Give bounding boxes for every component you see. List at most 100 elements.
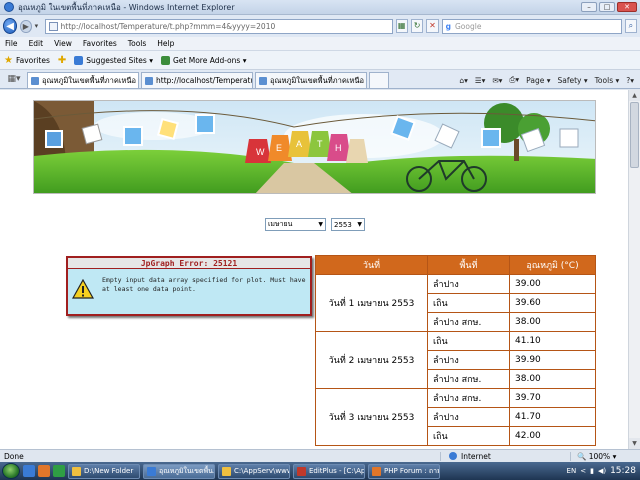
system-tray: EN < ▮ ◀) 15:28 — [567, 466, 640, 476]
safety-menu[interactable]: Safety ▾ — [557, 76, 587, 85]
temperature-cell: 38.00 — [509, 369, 596, 389]
taskbar-button-firefox[interactable]: PHP Forum : ถาม-... — [368, 463, 440, 479]
globe-icon — [449, 452, 457, 460]
command-bar: ⌂▾ ☰▾ ✉▾ ⎙▾ Page ▾ Safety ▾ Tools ▾ ?▾ — [459, 75, 640, 85]
show-hidden-icons[interactable]: < — [580, 467, 586, 475]
language-indicator[interactable]: EN — [567, 467, 577, 475]
compatibility-view-button[interactable]: ▦ — [395, 19, 408, 33]
new-tab-button[interactable] — [369, 72, 389, 88]
warning-icon — [72, 279, 94, 299]
zoom-control[interactable]: 🔍 100% ▾ — [570, 451, 640, 461]
security-zone: Internet — [440, 451, 570, 461]
minimize-button[interactable]: – — [581, 2, 597, 12]
help-menu[interactable]: ?▾ — [626, 76, 634, 85]
taskbar-button-explorer[interactable]: D:\New Folder — [68, 463, 140, 479]
stop-button[interactable]: ✕ — [426, 19, 439, 33]
scroll-thumb[interactable] — [630, 102, 639, 168]
temperature-cell: 38.00 — [509, 312, 596, 332]
chevron-down-icon: ▼ — [357, 221, 362, 228]
search-input[interactable]: g Google — [441, 18, 622, 34]
month-select[interactable]: เมษายน ▼ — [265, 218, 326, 231]
address-url: http://localhost/Temperature/t.php?mmm=4… — [60, 21, 276, 31]
maximize-button[interactable]: □ — [599, 2, 615, 12]
menu-favorites[interactable]: Favorites — [83, 39, 117, 48]
address-input[interactable]: http://localhost/Temperature/t.php?mmm=4… — [44, 18, 393, 34]
mail-icon[interactable]: ✉▾ — [492, 76, 502, 85]
temperature-cell: 39.00 — [509, 274, 596, 294]
temperature-cell: 41.10 — [509, 331, 596, 351]
table-row: วันที่ 1 เมษายน 2553 ลำปาง 39.00 — [315, 274, 596, 332]
vertical-scrollbar[interactable]: ▲ ▼ — [628, 90, 640, 449]
address-toolbar: ◀ ▶ ▾ http://localhost/Temperature/t.php… — [0, 15, 640, 37]
taskbar-button-editplus[interactable]: EditPlus - [C:\App... — [293, 463, 365, 479]
tab-label: อุณหภูมิในเขตพื้นที่ภาคเหนือ — [42, 75, 136, 85]
menu-edit[interactable]: Edit — [29, 39, 44, 48]
taskbar-button-appserv[interactable]: C:\AppServ\www... — [218, 463, 290, 479]
page-content: W E A T H เมษายน ▼ 2553 ▼ JpGraph Error:… — [0, 90, 628, 449]
taskbar-label: EditPlus - [C:\App... — [309, 467, 365, 475]
clock[interactable]: 15:28 — [610, 466, 636, 476]
favorites-bar: ★ Favorites ✚ Suggested Sites ▾ Get More… — [0, 51, 640, 70]
home-icon[interactable]: ⌂▾ — [459, 76, 468, 85]
favorites-button[interactable]: ★ Favorites — [4, 55, 50, 66]
date-cell: วันที่ 2 เมษายน 2553 — [315, 331, 428, 389]
menu-view[interactable]: View — [54, 39, 72, 48]
volume-icon[interactable]: ◀) — [598, 467, 606, 475]
scroll-up-icon[interactable]: ▲ — [629, 90, 640, 101]
recent-pages-dropdown[interactable]: ▾ — [35, 22, 42, 30]
area-cell: เถิน — [427, 293, 510, 313]
scroll-down-icon[interactable]: ▼ — [629, 438, 640, 449]
tools-menu[interactable]: Tools ▾ — [595, 76, 620, 85]
search-icon[interactable]: ⌕ — [624, 19, 637, 33]
tab-temperature-1[interactable]: อุณหภูมิในเขตพื้นที่ภาคเหนือ ✕ — [27, 72, 139, 88]
add-favorite-icon[interactable]: ✚ — [58, 55, 66, 66]
area-cell: เถิน — [427, 426, 510, 446]
chevron-down-icon: ▼ — [318, 221, 323, 228]
page-menu[interactable]: Page ▾ — [526, 76, 550, 85]
temperature-cell: 39.70 — [509, 388, 596, 408]
start-button[interactable] — [2, 463, 20, 479]
status-text: Done — [4, 451, 24, 461]
forward-button[interactable]: ▶ — [20, 19, 32, 33]
get-addons-button[interactable]: Get More Add-ons ▾ — [160, 55, 246, 65]
suggested-sites-label: Suggested Sites ▾ — [86, 55, 153, 65]
firefox-quicklaunch-icon[interactable] — [38, 465, 50, 477]
menu-help[interactable]: Help — [157, 39, 174, 48]
jpgraph-error-box: JpGraph Error: 25121 Empty input data ar… — [66, 256, 312, 316]
close-window-button[interactable]: ✕ — [617, 2, 637, 12]
app-quicklaunch-icon[interactable] — [53, 465, 65, 477]
area-cell: ลำปาง สกษ. — [427, 369, 510, 389]
taskbar-label: อุณหภูมิในเขตพื้น... — [159, 466, 215, 475]
ie-app-icon — [4, 2, 14, 12]
menu-file[interactable]: File — [5, 39, 18, 48]
favorites-label: Favorites — [15, 55, 50, 65]
taskbar-button-ie[interactable]: อุณหภูมิในเขตพื้น... — [143, 463, 215, 479]
refresh-button[interactable]: ↻ — [410, 19, 424, 33]
sign-letter-w: W — [256, 147, 265, 157]
print-icon[interactable]: ⎙▾ — [509, 75, 519, 85]
tab-temperature-2[interactable]: อุณหภูมิในเขตพื้นที่ภาคเหนือ — [255, 72, 367, 88]
page-favicon-icon — [31, 76, 39, 85]
back-button[interactable]: ◀ — [3, 18, 18, 34]
sign-letter-t: T — [317, 139, 323, 149]
feeds-icon[interactable]: ☰▾ — [475, 76, 486, 85]
page-favicon-icon — [145, 76, 153, 85]
year-select[interactable]: 2553 ▼ — [331, 218, 365, 231]
temperature-cell: 39.60 — [509, 293, 596, 313]
menu-tools[interactable]: Tools — [128, 39, 146, 48]
folder-icon — [72, 466, 81, 476]
column-date: วันที่ — [315, 255, 428, 275]
star-icon: ★ — [4, 54, 13, 66]
network-icon[interactable]: ▮ — [590, 467, 594, 475]
window-controls: – □ ✕ — [581, 2, 637, 12]
tab-label: อุณหภูมิในเขตพื้นที่ภาคเหนือ — [270, 75, 364, 85]
suggested-sites-button[interactable]: Suggested Sites ▾ — [74, 55, 153, 65]
temperature-cell: 41.70 — [509, 407, 596, 427]
ie-quicklaunch-icon[interactable] — [23, 465, 35, 477]
taskbar-label: PHP Forum : ถาม-... — [384, 466, 439, 475]
tab-localhost[interactable]: http://localhost/Temperature... — [141, 72, 253, 88]
addons-icon — [160, 55, 170, 65]
weather-banner: W E A T H — [33, 100, 596, 194]
windows-taskbar: D:\New Folder อุณหภูมิในเขตพื้น... C:\Ap… — [0, 462, 640, 480]
quick-tabs-icon[interactable]: ▦▾ — [3, 71, 25, 86]
